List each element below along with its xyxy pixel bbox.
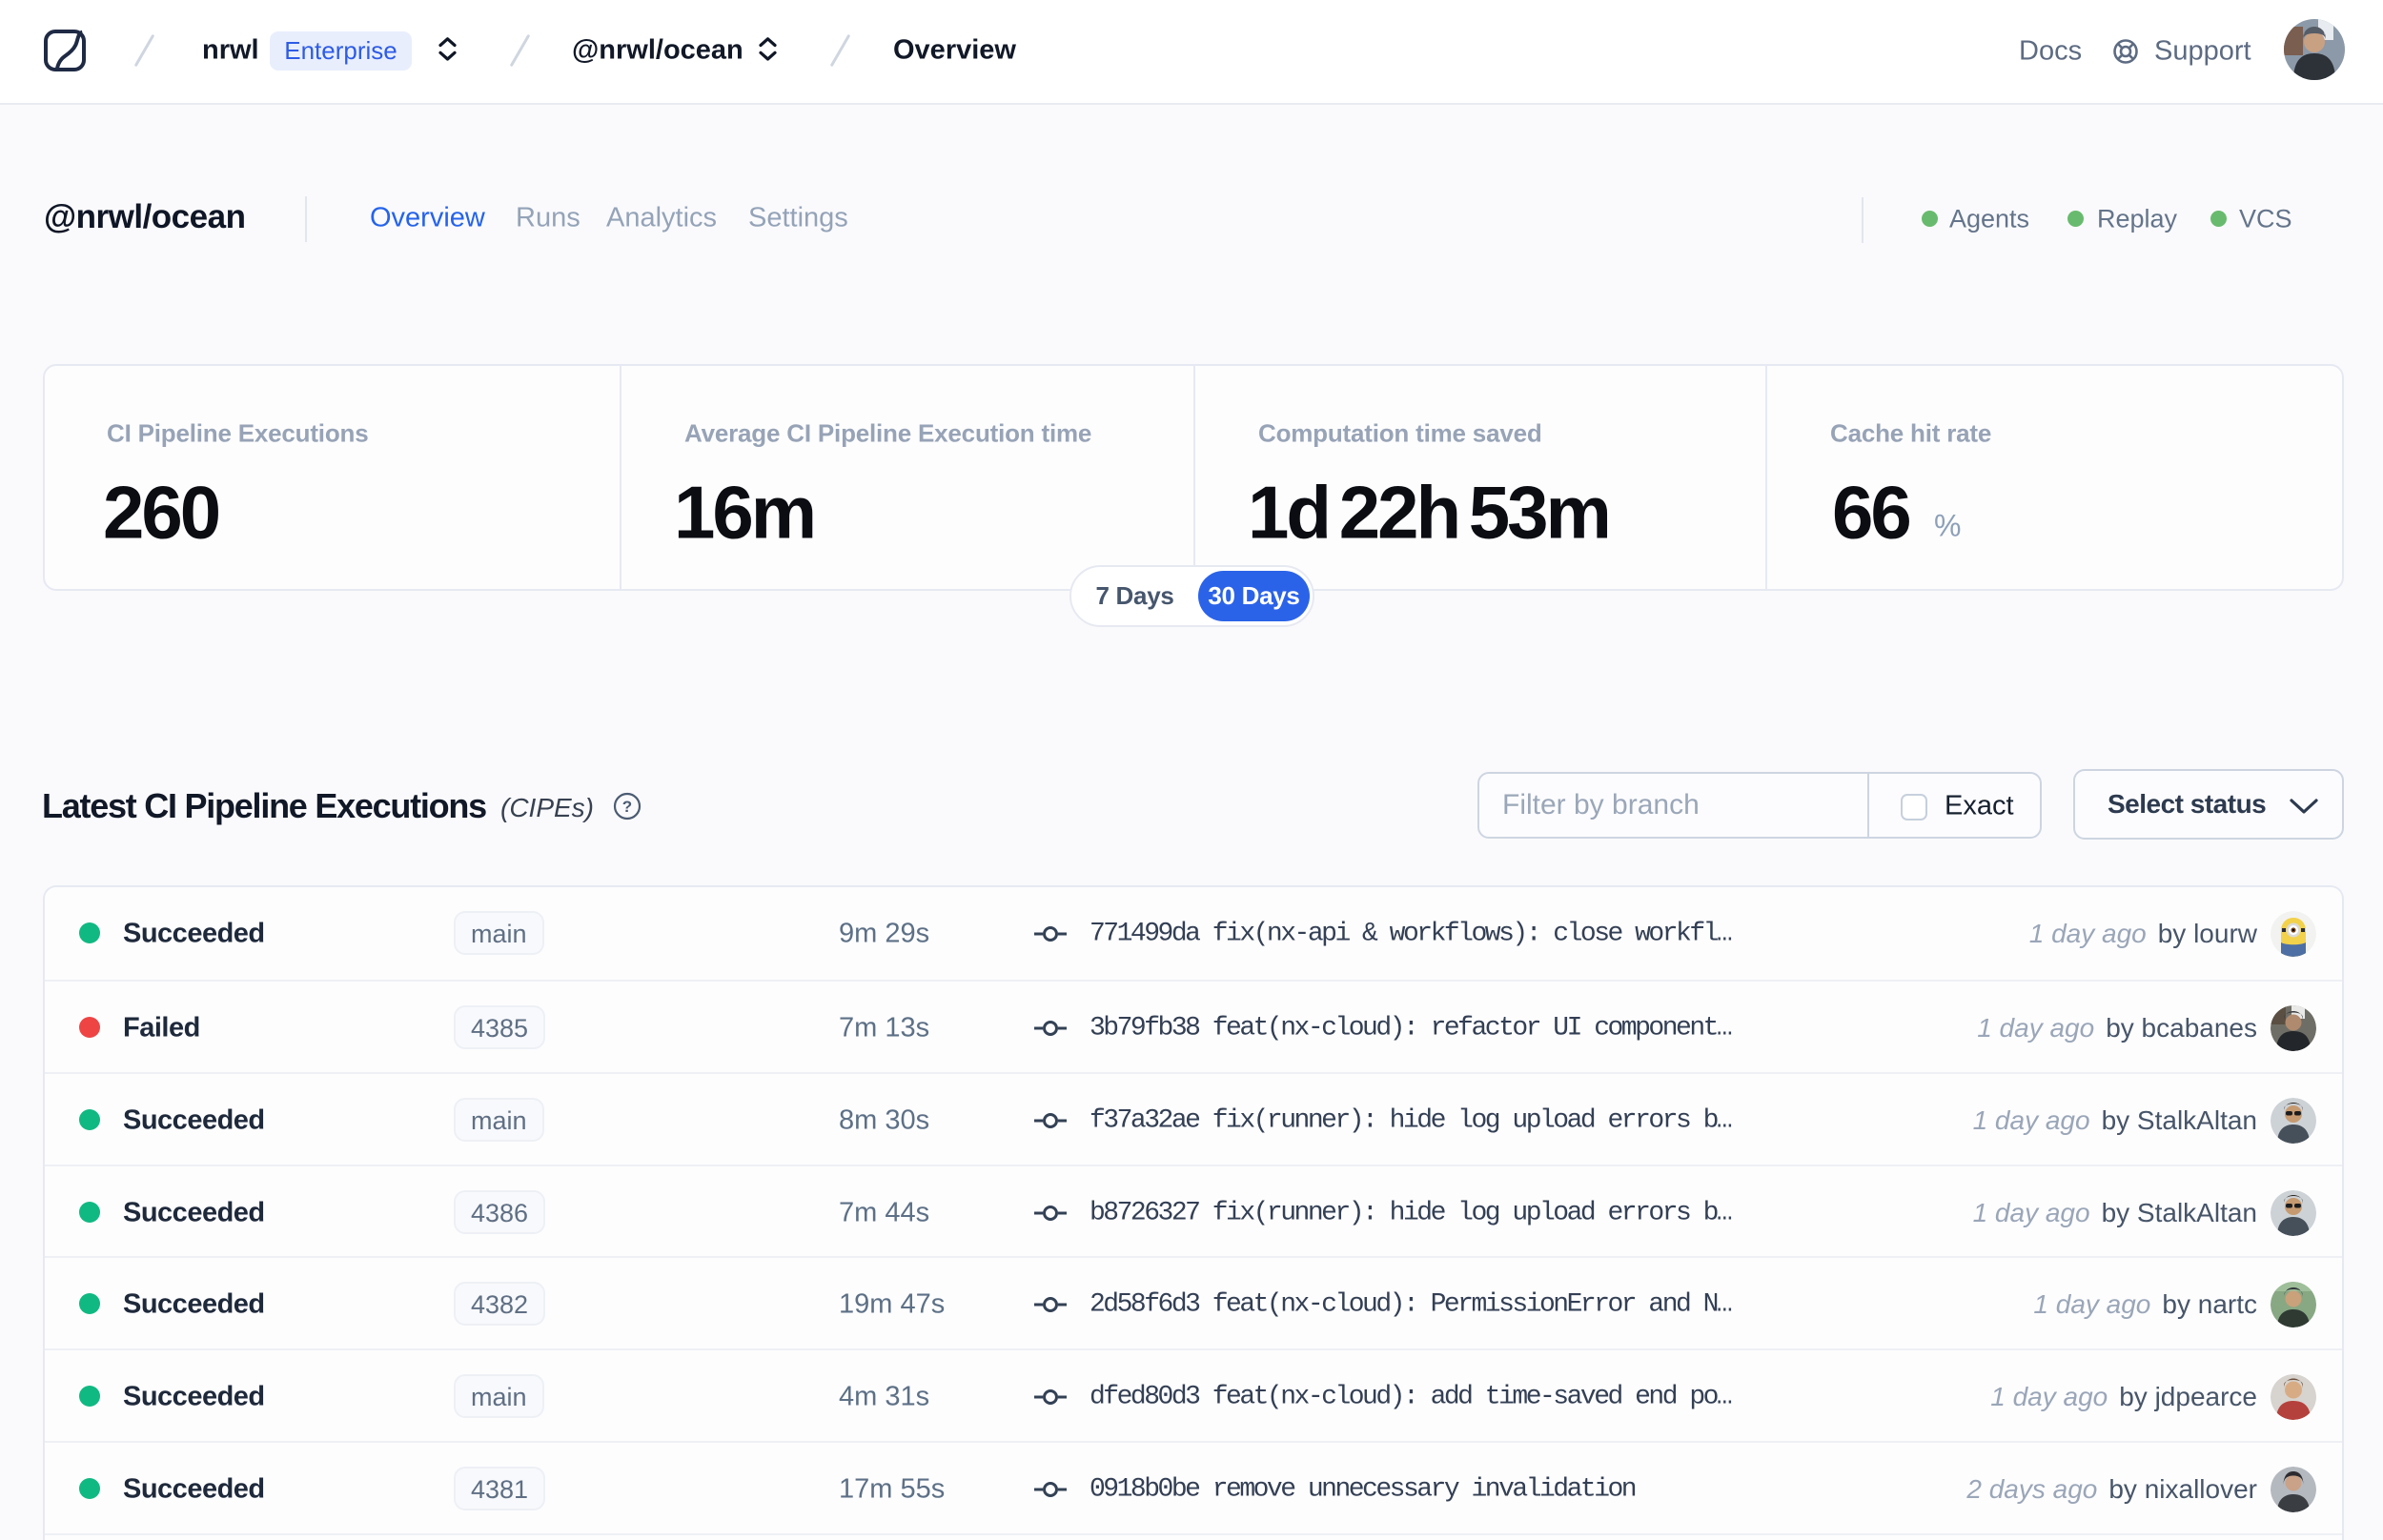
svg-text:?: ? [622,798,632,816]
